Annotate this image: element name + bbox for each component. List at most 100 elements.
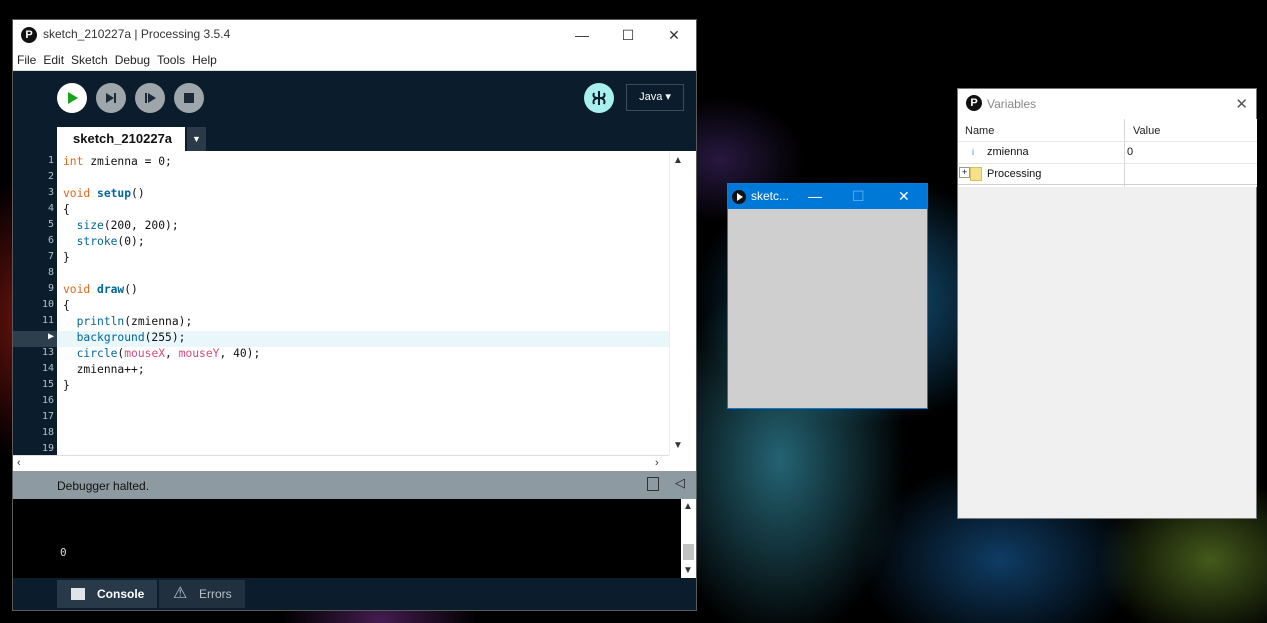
line-number: 19 — [41, 443, 54, 454]
line-number: 11 — [41, 315, 54, 326]
sketch-tabs: sketch_210227a ▼ — [13, 121, 696, 151]
variables-titlebar[interactable]: P Variables ✕ — [958, 89, 1256, 119]
processing-logo-icon: P — [21, 27, 37, 43]
variables-window: P Variables ✕ Name Value i zmienna 0 + P… — [957, 88, 1257, 519]
variables-inspector-icon[interactable] — [647, 477, 659, 491]
editor-horizontal-scrollbar[interactable]: ‹ › — [13, 455, 669, 472]
close-icon[interactable]: ✕ — [651, 20, 697, 50]
scroll-up-icon[interactable]: ▲ — [683, 501, 693, 512]
line-number: 9 — [47, 283, 54, 294]
butterfly-debug-icon — [592, 91, 606, 105]
play-icon — [68, 92, 78, 104]
minimize-icon[interactable]: — — [808, 184, 822, 209]
line-number: 2 — [47, 171, 54, 182]
line-number: 13 — [41, 347, 54, 358]
line-number: 1 — [47, 155, 54, 166]
processing-ide-window: P sketch_210227a | Processing 3.5.4 — ☐ … — [12, 19, 697, 611]
scroll-right-icon[interactable]: › — [655, 457, 659, 469]
code-line: circle(mouseX, mouseY, 40); — [76, 347, 261, 360]
close-icon[interactable]: ✕ — [1235, 95, 1248, 113]
code-line: void draw() — [63, 283, 138, 296]
sketch-output-window[interactable]: sketc... — ☐ ✕ — [727, 183, 928, 409]
run-button[interactable] — [57, 83, 87, 113]
menu-file[interactable]: File — [13, 50, 39, 67]
variables-table: Name Value i zmienna 0 + Processing — [958, 119, 1257, 187]
code-line: void setup() — [63, 187, 145, 200]
collapse-console-icon[interactable]: ◁ — [675, 475, 685, 491]
console-scrollbar[interactable]: ▲ ▼ — [681, 499, 696, 578]
line-number: 6 — [47, 235, 54, 246]
column-header-value[interactable]: Value — [1133, 119, 1160, 141]
processing-logo-icon: P — [966, 95, 982, 111]
tab-sketch[interactable]: sketch_210227a — [57, 127, 185, 151]
maximize-icon: ☐ — [852, 188, 865, 204]
code-line: background(255); — [76, 331, 186, 344]
variable-name: zmienna — [987, 146, 1029, 158]
line-number: 7 — [47, 251, 54, 262]
code-line: } — [63, 379, 70, 392]
errors-tab-label: Errors — [199, 587, 232, 601]
close-icon[interactable]: ✕ — [898, 184, 910, 209]
code-line: println(zmienna); — [76, 315, 193, 328]
line-number: 16 — [41, 395, 54, 406]
breakpoint-arrow-icon[interactable]: ▶ — [13, 331, 54, 342]
tab-errors[interactable]: ⚠ Errors — [159, 580, 245, 608]
scroll-down-icon[interactable]: ▼ — [673, 440, 683, 451]
variable-type-icon: i — [972, 147, 974, 157]
stop-icon — [184, 93, 194, 103]
continue-button[interactable] — [135, 83, 165, 113]
status-bar: Debugger halted. ◁ — [13, 471, 696, 499]
mode-selector[interactable]: Java ▾ — [626, 84, 684, 111]
sketch-titlebar[interactable]: sketc... — ☐ ✕ — [728, 184, 927, 209]
menu-tools[interactable]: Tools — [153, 50, 188, 67]
maximize-icon[interactable]: ☐ — [605, 20, 651, 50]
code-editor[interactable]: int zmienna = 0; void setup() { size(200, … — [57, 151, 669, 455]
minimize-icon[interactable]: — — [559, 20, 605, 50]
variable-name: Processing — [987, 168, 1042, 180]
status-message: Debugger halted. — [57, 479, 150, 493]
line-number: 17 — [41, 411, 54, 422]
step-icon — [106, 93, 116, 103]
ide-titlebar[interactable]: P sketch_210227a | Processing 3.5.4 — ☐ … — [13, 20, 696, 50]
console-icon — [71, 588, 85, 600]
code-line: { — [63, 299, 70, 312]
editor-vertical-scrollbar[interactable]: ▲ ▼ — [669, 151, 686, 455]
code-line: int zmienna = 0; — [63, 155, 172, 168]
menu-bar: File Edit Sketch Debug Tools Help — [13, 50, 696, 71]
scroll-down-icon[interactable]: ▼ — [683, 565, 693, 576]
variable-row[interactable]: i zmienna 0 — [958, 141, 1257, 163]
line-number: 5 — [47, 219, 54, 230]
line-number: 3 — [47, 187, 54, 198]
line-number-gutter: 1 2 3 4 5 6 7 8 9 10 11 ▶ 13 14 15 16 17… — [13, 151, 57, 455]
step-button[interactable] — [96, 83, 126, 113]
scroll-left-icon[interactable]: ‹ — [17, 457, 21, 469]
processing-run-icon — [732, 190, 746, 204]
line-number: 8 — [47, 267, 54, 278]
menu-sketch[interactable]: Sketch — [67, 50, 111, 67]
debugger-toggle-button[interactable] — [584, 83, 614, 113]
menu-edit[interactable]: Edit — [39, 50, 67, 67]
variables-window-title: Variables — [987, 97, 1037, 111]
scrollbar-thumb[interactable] — [683, 544, 694, 560]
line-number: 4 — [47, 203, 54, 214]
code-line: zmienna++; — [76, 363, 145, 376]
line-number: 10 — [41, 299, 54, 310]
warning-icon: ⚠ — [173, 585, 188, 602]
console-tab-label: Console — [97, 587, 145, 601]
ide-window-title: sketch_210227a | Processing 3.5.4 — [43, 27, 231, 41]
variable-row[interactable]: + Processing — [958, 163, 1257, 185]
scroll-up-icon[interactable]: ▲ — [673, 155, 683, 166]
console-output: 0 — [60, 546, 67, 559]
column-header-name[interactable]: Name — [965, 119, 994, 141]
menu-debug[interactable]: Debug — [111, 50, 153, 67]
line-number: 14 — [41, 363, 54, 374]
tab-console[interactable]: Console — [57, 580, 157, 608]
code-line: size(200, 200); — [76, 219, 179, 232]
console-area[interactable]: 0 — [13, 499, 681, 578]
code-line: } — [63, 251, 70, 264]
variable-value[interactable]: 0 — [1127, 146, 1133, 158]
tab-menu-button[interactable]: ▼ — [187, 127, 206, 151]
menu-help[interactable]: Help — [188, 50, 220, 67]
expand-icon[interactable]: + — [959, 167, 970, 178]
stop-button[interactable] — [174, 83, 204, 113]
